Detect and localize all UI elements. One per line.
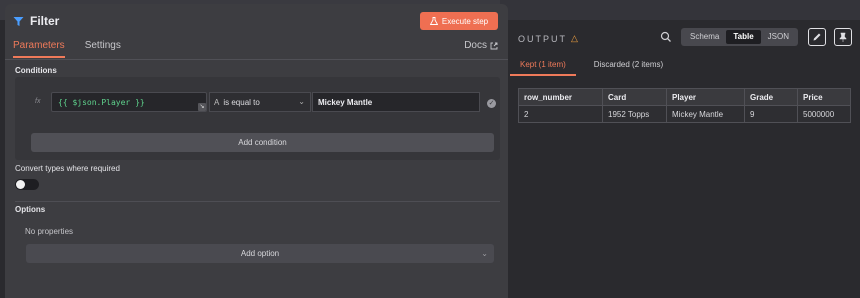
table-cell: 5000000	[797, 105, 851, 123]
node-title-row: Filter	[13, 12, 59, 30]
output-view-switch: Schema Table JSON	[681, 28, 799, 46]
execute-step-label: Execute step	[441, 16, 489, 26]
add-option-button[interactable]: Add option ⌄	[26, 244, 494, 263]
section-divider	[15, 201, 500, 202]
tab-divider	[5, 59, 508, 60]
filter-icon	[13, 16, 24, 26]
add-option-label: Add option	[240, 249, 280, 258]
output-panel: OUTPUT △ Schema Table JSON Kept (1 item)…	[508, 20, 860, 298]
output-branch-tabs: Kept (1 item) Discarded (2 items)	[510, 60, 663, 76]
edit-output-button[interactable]	[808, 28, 826, 46]
convert-types-label: Convert types where required	[15, 164, 120, 173]
view-schema[interactable]: Schema	[683, 30, 726, 44]
chevron-down-icon: ⌄	[481, 249, 488, 258]
node-parameters-panel: Filter Execute step Parameters Settings …	[5, 4, 508, 298]
column-header: Price	[797, 88, 851, 106]
tab-kept[interactable]: Kept (1 item)	[510, 60, 576, 76]
add-condition-button[interactable]: Add condition	[31, 133, 494, 152]
table-cell: Mickey Mantle	[666, 105, 745, 123]
table-cell: 9	[744, 105, 798, 123]
top-bar-right	[500, 0, 860, 20]
tab-parameters[interactable]: Parameters	[13, 40, 65, 58]
column-header: Card	[602, 88, 667, 106]
view-table[interactable]: Table	[726, 30, 761, 44]
check-circle-icon: ✓	[487, 99, 496, 108]
execute-step-button[interactable]: Execute step	[420, 12, 498, 30]
output-table: row_number Card Player Grade Price 2 195…	[518, 88, 851, 123]
node-tabs: Parameters Settings	[13, 40, 121, 58]
text-type-icon: A	[214, 97, 220, 107]
condition-value-input[interactable]: Mickey Mantle	[312, 92, 480, 112]
tab-settings[interactable]: Settings	[85, 40, 121, 58]
view-json[interactable]: JSON	[761, 30, 796, 44]
docs-link[interactable]: Docs	[464, 40, 498, 51]
no-properties-text: No properties	[25, 227, 74, 236]
pencil-icon	[813, 33, 821, 41]
condition-expression-input[interactable]: {{ $json.Player }}	[51, 92, 207, 112]
node-title: Filter	[30, 14, 60, 28]
convert-types-toggle[interactable]	[15, 179, 39, 190]
conditions-label: Conditions	[15, 66, 57, 75]
table-cell: 1952 Topps	[602, 105, 667, 123]
table-header-row: row_number Card Player Grade Price	[518, 88, 851, 106]
flask-icon	[429, 17, 438, 25]
table-cell: 2	[518, 105, 603, 123]
toggle-knob	[16, 180, 25, 189]
column-header: Grade	[744, 88, 798, 106]
output-header: OUTPUT △	[518, 33, 580, 44]
docs-label: Docs	[464, 40, 487, 51]
external-link-icon	[490, 42, 498, 49]
pin-output-button[interactable]	[834, 28, 852, 46]
search-icon[interactable]	[660, 31, 672, 43]
tab-discarded[interactable]: Discarded (2 items)	[594, 60, 663, 76]
pin-icon	[839, 32, 847, 42]
options-label: Options	[15, 205, 46, 214]
column-header: row_number	[518, 88, 603, 106]
fx-label: fx	[35, 98, 41, 105]
operator-label: is equal to	[223, 97, 260, 107]
condition-operator-select[interactable]: A is equal to ⌄	[209, 92, 311, 112]
expand-expression-icon[interactable]: ↘	[198, 103, 206, 111]
output-label: OUTPUT	[518, 33, 567, 44]
column-header: Player	[666, 88, 745, 106]
table-row: 2 1952 Topps Mickey Mantle 9 5000000	[518, 105, 851, 123]
chevron-down-icon: ⌄	[298, 97, 305, 106]
warning-icon: △	[571, 33, 580, 43]
